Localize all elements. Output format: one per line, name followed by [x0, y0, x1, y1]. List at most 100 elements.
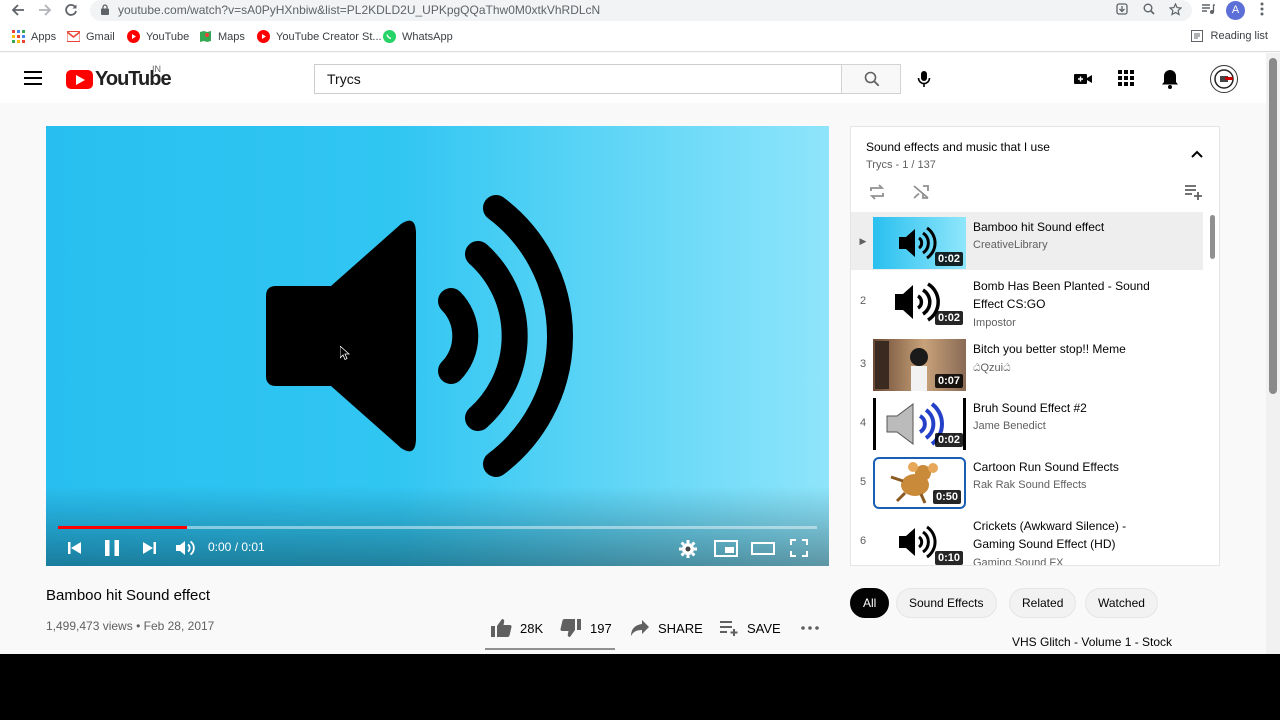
chevron-up-icon[interactable]	[1190, 149, 1204, 159]
notifications-bell-icon[interactable]	[1160, 68, 1182, 90]
share-button[interactable]: SHARE	[630, 617, 703, 639]
thumbs-down-icon	[560, 619, 581, 637]
create-video-icon[interactable]	[1072, 68, 1094, 90]
mouse-cursor-icon	[340, 346, 350, 360]
profile-avatar[interactable]: A	[1226, 1, 1245, 20]
install-app-icon[interactable]	[1114, 3, 1129, 18]
save-label: SAVE	[747, 620, 781, 636]
youtube-logo[interactable]: YouTube IN	[66, 64, 172, 91]
chip-sound-effects[interactable]: Sound Effects	[896, 588, 997, 618]
page-scrollbar[interactable]	[1266, 53, 1280, 654]
bookmark-label: YouTube Creator St...	[276, 30, 382, 43]
whatsapp-icon	[383, 30, 396, 43]
shuffle-icon[interactable]	[911, 182, 931, 202]
video-thumbnail: 0:02	[873, 217, 966, 269]
microphone-icon[interactable]	[913, 68, 935, 90]
playlist-item-channel[interactable]: Rak Rak Sound Effects	[973, 479, 1087, 491]
seek-bar-progress	[58, 526, 188, 529]
account-avatar[interactable]	[1210, 65, 1238, 93]
bookmark-gmail[interactable]: Gmail	[67, 30, 115, 43]
reading-list-button[interactable]: Reading list	[1190, 30, 1268, 42]
playlist-item-title[interactable]: Bitch you better stop!! Meme	[973, 340, 1163, 358]
search-value: Trycs	[327, 71, 361, 87]
recommended-video-title[interactable]: VHS Glitch - Volume 1 - Stock	[1012, 635, 1172, 649]
chip-related[interactable]: Related	[1009, 588, 1077, 618]
settings-gear-icon[interactable]	[678, 537, 698, 559]
bookmark-youtube-creator[interactable]: YouTube Creator St...	[257, 30, 382, 43]
playlist-item-title[interactable]: Crickets (Awkward Silence) - Gaming Soun…	[973, 517, 1163, 553]
playlist-item-title[interactable]: Bruh Sound Effect #2	[973, 399, 1163, 417]
playlist-item-channel[interactable]: CreativeLibrary	[973, 239, 1048, 251]
playlist-item[interactable]: 2 0:02 Bomb Has Been Planted - Sound Eff…	[851, 271, 1203, 329]
playlist-item-title[interactable]: Cartoon Run Sound Effects	[973, 458, 1163, 476]
youtube-icon	[127, 30, 140, 43]
apps-grid-icon[interactable]	[1116, 68, 1138, 90]
volume-icon[interactable]	[174, 537, 196, 559]
previous-icon[interactable]	[68, 537, 82, 559]
forward-arrow-icon[interactable]	[37, 3, 53, 19]
playlist-scrollbar[interactable]	[1210, 215, 1215, 259]
apps-grid-icon	[12, 30, 25, 43]
search-input[interactable]: Trycs	[314, 64, 842, 94]
bookmark-maps[interactable]: Maps	[199, 30, 245, 43]
fullscreen-icon[interactable]	[789, 537, 809, 559]
youtube-icon	[257, 30, 270, 43]
video-thumbnail: 0:50	[873, 457, 966, 509]
theater-mode-icon[interactable]	[751, 537, 775, 559]
country-code: IN	[152, 64, 161, 74]
playlist-subtitle[interactable]: Trycs - 1 / 137	[866, 159, 936, 171]
chip-watched[interactable]: Watched	[1085, 588, 1158, 618]
bookmark-star-icon[interactable]	[1168, 2, 1183, 18]
bookmark-apps[interactable]: Apps	[12, 30, 56, 43]
bookmark-whatsapp[interactable]: WhatsApp	[383, 30, 453, 43]
back-arrow-icon[interactable]	[10, 3, 26, 19]
reload-icon[interactable]	[63, 3, 79, 19]
playlist-add-icon[interactable]	[1183, 182, 1203, 202]
pause-icon[interactable]	[104, 537, 120, 559]
playlist-item[interactable]: 3 0:07 Bitch you better stop!! Meme ඨQzu…	[851, 334, 1203, 392]
playlist-item-channel[interactable]: Gaming Sound FX	[973, 557, 1064, 565]
like-button[interactable]: 28K	[490, 617, 543, 639]
url-text: youtube.com/watch?v=sA0PyHXnbiw&list=PL2…	[118, 3, 601, 17]
next-icon[interactable]	[142, 537, 156, 559]
playlist-item-index: 5	[859, 476, 867, 488]
playlist-item-index: 6	[859, 535, 867, 547]
address-bar[interactable]: youtube.com/watch?v=sA0PyHXnbiw&list=PL2…	[90, 0, 1192, 21]
video-player[interactable]: 0:00 / 0:01	[46, 126, 829, 566]
menu-icon[interactable]	[24, 71, 42, 85]
miniplayer-icon[interactable]	[714, 537, 738, 559]
bookmark-youtube[interactable]: YouTube	[127, 30, 189, 43]
share-arrow-icon	[631, 620, 649, 636]
chip-all[interactable]: All	[850, 588, 890, 618]
playlist-item[interactable]: 4 0:02 Bruh Sound Effect #2 Jame Benedic…	[851, 393, 1203, 451]
gmail-icon	[67, 31, 80, 42]
more-actions-icon[interactable]	[801, 617, 819, 639]
sentiment-bar	[485, 648, 615, 650]
kebab-menu-icon[interactable]	[1256, 2, 1268, 18]
playlist-item-title[interactable]: Bomb Has Been Planted - Sound Effect CS:…	[973, 277, 1163, 313]
playlist-item[interactable]: ▶ 0:02 Bamboo hit Sound effect CreativeL…	[851, 212, 1203, 270]
playlist-item[interactable]: 5 0:50 Cartoon Run Sound Effects Rak Rak…	[851, 452, 1203, 510]
lock-icon	[101, 4, 109, 15]
speaker-graphic	[266, 195, 573, 477]
media-control-icon[interactable]	[1200, 3, 1215, 18]
maps-icon	[200, 31, 211, 42]
loop-icon[interactable]	[867, 182, 887, 202]
playlist-item-channel[interactable]: ඨQzuiඨ	[973, 362, 1011, 375]
bookmark-label: Maps	[218, 30, 245, 43]
save-button[interactable]: SAVE	[719, 617, 781, 639]
search-button[interactable]	[841, 64, 901, 94]
playlist-item[interactable]: 6 0:10 Crickets (Awkward Silence) - Gami…	[851, 511, 1203, 565]
view-count: 1,499,473 views	[46, 619, 133, 633]
video-title: Bamboo hit Sound effect	[46, 587, 211, 604]
scrollbar-thumb[interactable]	[1269, 58, 1277, 394]
playlist-item-title[interactable]: Bamboo hit Sound effect	[973, 218, 1163, 236]
dislike-button[interactable]: 197	[560, 617, 612, 639]
seek-bar[interactable]	[58, 526, 817, 529]
video-thumbnail: 0:02	[873, 276, 966, 328]
playlist-title[interactable]: Sound effects and music that I use	[866, 140, 1050, 154]
browser-toolbar: youtube.com/watch?v=sA0PyHXnbiw&list=PL2…	[0, 0, 1280, 22]
playlist-item-channel[interactable]: Jame Benedict	[973, 420, 1046, 432]
playlist-item-channel[interactable]: Impostor	[973, 317, 1016, 329]
zoom-icon[interactable]	[1141, 3, 1156, 18]
